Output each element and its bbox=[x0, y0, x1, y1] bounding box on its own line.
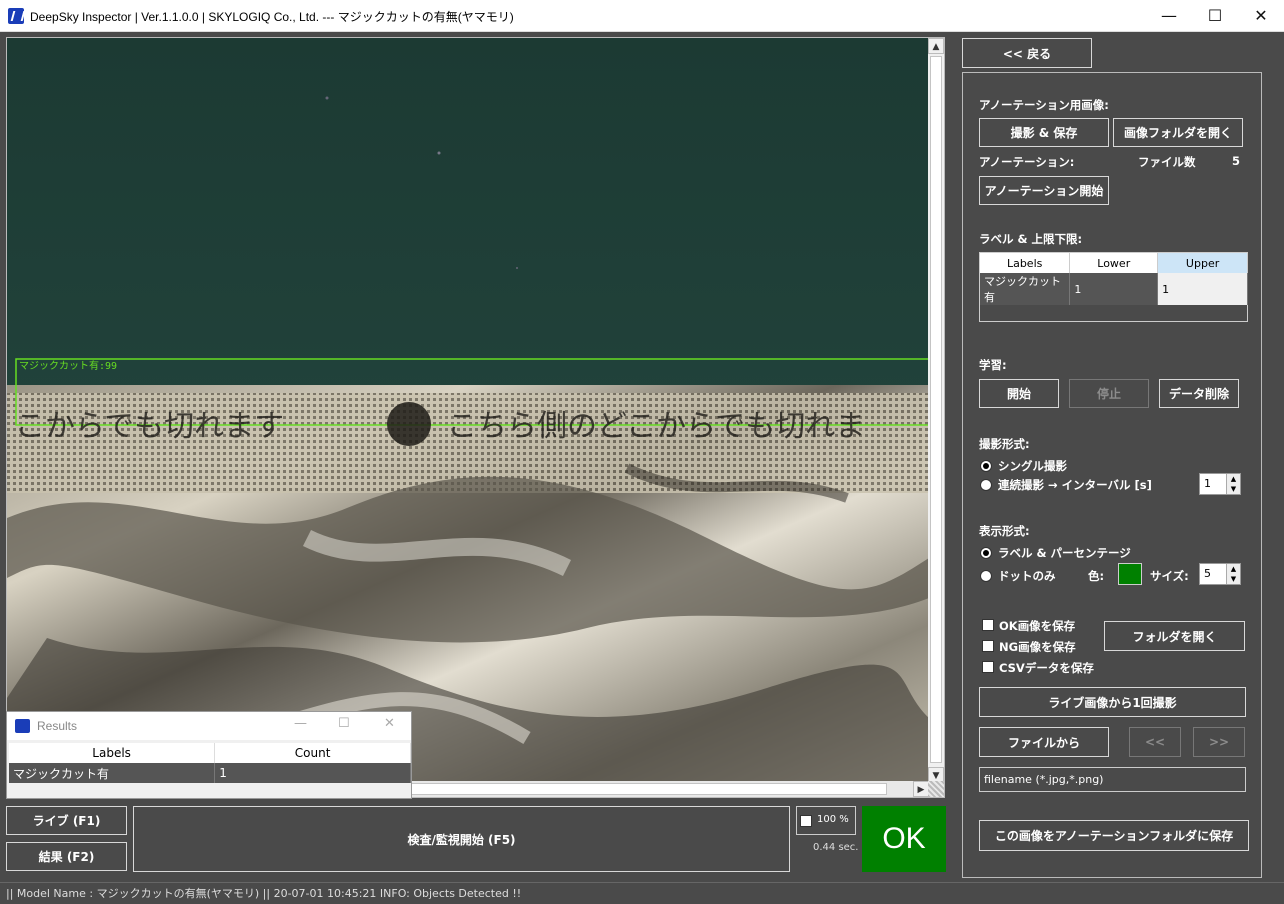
capture-save-button[interactable]: 撮影 & 保存 bbox=[979, 118, 1109, 147]
window-title: DeepSky Inspector | Ver.1.1.0.0 | SKYLOG… bbox=[30, 10, 514, 24]
back-button[interactable]: << 戻る bbox=[962, 38, 1092, 68]
inspect-start-button[interactable]: 検査/監視開始 (F5) bbox=[133, 806, 790, 872]
scroll-right-button[interactable]: ▶ bbox=[913, 781, 929, 797]
display-mode-label: 表示形式: bbox=[979, 524, 1030, 538]
color-swatch[interactable] bbox=[1118, 563, 1142, 585]
results-table: Labels Count マジックカット有 1 bbox=[9, 743, 411, 783]
train-start-button[interactable]: 開始 bbox=[979, 379, 1059, 408]
save-ng-label[interactable]: NG画像を保存 bbox=[999, 639, 1076, 655]
single-capture-label[interactable]: シングル撮影 bbox=[998, 458, 1067, 474]
size-label: サイズ: bbox=[1150, 569, 1189, 583]
color-label: 色: bbox=[1088, 569, 1105, 583]
label-percentage-label[interactable]: ラベル & パーセンテージ bbox=[998, 545, 1131, 561]
continuous-capture-label[interactable]: 連続撮影 → インターバル [s] bbox=[998, 477, 1152, 493]
results-title-bar[interactable]: Results — ☐ ✕ bbox=[7, 712, 411, 740]
interval-value[interactable]: 1 bbox=[1204, 477, 1211, 490]
annotation-label: アノーテーション: bbox=[979, 155, 1075, 169]
scroll-up-button[interactable]: ▲ bbox=[928, 38, 944, 54]
results-minimize-icon[interactable]: — bbox=[294, 716, 307, 731]
package-text-right: こちら側のどこからでも切れま bbox=[447, 409, 865, 444]
camera-image: マジックカット有:99 こからでも切れます こちら側のどこからでも切れま bbox=[7, 38, 929, 783]
zoom-label: 100 % bbox=[817, 814, 849, 825]
zoom-toggle[interactable]: 100 % bbox=[796, 806, 856, 835]
dot-only-label[interactable]: ドットのみ bbox=[998, 568, 1056, 584]
capture-mode-label: 撮影形式: bbox=[979, 437, 1030, 451]
close-button[interactable]: ✕ bbox=[1238, 0, 1284, 32]
label-limits-table[interactable]: Labels Lower Upper マジックカット有 1 1 bbox=[979, 252, 1248, 322]
interval-up-icon[interactable]: ▲ bbox=[1226, 474, 1240, 484]
file-count-value: 5 bbox=[1232, 154, 1241, 168]
package-text-left: こからでも切れます bbox=[15, 409, 284, 444]
results-column-count[interactable]: Count bbox=[214, 743, 411, 763]
column-labels[interactable]: Labels bbox=[980, 253, 1071, 273]
results-cell-count: 1 bbox=[214, 763, 411, 783]
results-cell-label: マジックカット有 bbox=[9, 763, 216, 783]
train-stop-button[interactable]: 停止 bbox=[1069, 379, 1149, 408]
column-lower[interactable]: Lower bbox=[1069, 253, 1159, 273]
results-title: Results bbox=[37, 719, 78, 733]
result-button[interactable]: 結果 (F2) bbox=[6, 842, 127, 871]
delete-data-button[interactable]: データ削除 bbox=[1159, 379, 1239, 408]
save-csv-checkbox[interactable] bbox=[982, 661, 994, 673]
from-file-button[interactable]: ファイルから bbox=[979, 727, 1109, 757]
label-limits-label: ラベル & 上限下限: bbox=[979, 232, 1083, 246]
results-close-icon[interactable]: ✕ bbox=[384, 716, 395, 731]
size-up-icon[interactable]: ▲ bbox=[1226, 564, 1240, 574]
live-button[interactable]: ライブ (F1) bbox=[6, 806, 127, 835]
title-bar: DeepSky Inspector | Ver.1.1.0.0 | SKYLOG… bbox=[0, 0, 1284, 32]
size-stepper[interactable]: 5 ▲ ▼ bbox=[1199, 563, 1241, 585]
vertical-scroll-thumb[interactable] bbox=[930, 56, 942, 763]
image-viewer[interactable]: マジックカット有:99 こからでも切れます こちら側のどこからでも切れま ▲ ▼… bbox=[6, 37, 945, 798]
file-count-label: ファイル数 bbox=[1138, 155, 1196, 169]
open-folder-button[interactable]: フォルダを開く bbox=[1104, 621, 1245, 651]
vertical-scrollbar[interactable]: ▲ ▼ bbox=[928, 38, 944, 783]
table-row[interactable]: マジックカット有 1 bbox=[9, 763, 411, 783]
status-bar: || Model Name : マジックカットの有無(ヤマモリ) || 20-0… bbox=[0, 882, 1284, 904]
table-row[interactable]: マジックカット有 1 1 bbox=[980, 273, 1248, 305]
save-csv-label[interactable]: CSVデータを保存 bbox=[999, 660, 1094, 676]
elapsed-time: 0.44 sec. bbox=[813, 842, 859, 853]
save-to-annotation-button[interactable]: この画像をアノーテーションフォルダに保存 bbox=[979, 820, 1249, 851]
single-capture-radio[interactable] bbox=[980, 460, 992, 472]
results-maximize-icon[interactable]: ☐ bbox=[338, 716, 350, 731]
cell-label[interactable]: マジックカット有 bbox=[980, 273, 1071, 305]
package-logo-icon bbox=[387, 402, 431, 446]
label-percentage-radio[interactable] bbox=[980, 547, 992, 559]
minimize-button[interactable]: — bbox=[1146, 0, 1192, 32]
results-app-icon bbox=[15, 719, 30, 733]
results-window[interactable]: Results — ☐ ✕ Labels Count マジックカット有 1 bbox=[6, 711, 412, 799]
interval-stepper[interactable]: 1 ▲ ▼ bbox=[1199, 473, 1241, 495]
cell-upper[interactable]: 1 bbox=[1157, 273, 1248, 305]
column-upper[interactable]: Upper bbox=[1157, 253, 1248, 273]
start-annotation-button[interactable]: アノーテーション開始 bbox=[979, 176, 1109, 205]
size-down-icon[interactable]: ▼ bbox=[1226, 574, 1240, 584]
prev-file-button[interactable]: << bbox=[1129, 727, 1181, 757]
save-ok-label[interactable]: OK画像を保存 bbox=[999, 618, 1075, 634]
cell-lower[interactable]: 1 bbox=[1069, 273, 1159, 305]
filename-input[interactable]: filename (*.jpg,*.png) bbox=[979, 767, 1246, 792]
results-column-labels[interactable]: Labels bbox=[9, 743, 216, 763]
continuous-capture-radio[interactable] bbox=[980, 479, 992, 491]
annotation-images-label: アノーテーション用画像: bbox=[979, 98, 1109, 112]
size-value[interactable]: 5 bbox=[1204, 567, 1211, 580]
verdict-indicator: OK bbox=[862, 806, 946, 872]
dot-only-radio[interactable] bbox=[980, 570, 992, 582]
maximize-button[interactable]: ☐ bbox=[1192, 0, 1238, 32]
detection-label: マジックカット有:99 bbox=[19, 359, 117, 372]
open-image-folder-button[interactable]: 画像フォルダを開く bbox=[1113, 118, 1243, 147]
training-label: 学習: bbox=[979, 358, 1007, 372]
interval-down-icon[interactable]: ▼ bbox=[1226, 484, 1240, 494]
next-file-button[interactable]: >> bbox=[1193, 727, 1245, 757]
app-logo-icon bbox=[8, 8, 24, 24]
capture-from-live-button[interactable]: ライブ画像から1回撮影 bbox=[979, 687, 1246, 717]
resize-grip[interactable] bbox=[928, 781, 944, 797]
save-ok-checkbox[interactable] bbox=[982, 619, 994, 631]
zoom-checkbox[interactable] bbox=[800, 815, 812, 827]
save-ng-checkbox[interactable] bbox=[982, 640, 994, 652]
